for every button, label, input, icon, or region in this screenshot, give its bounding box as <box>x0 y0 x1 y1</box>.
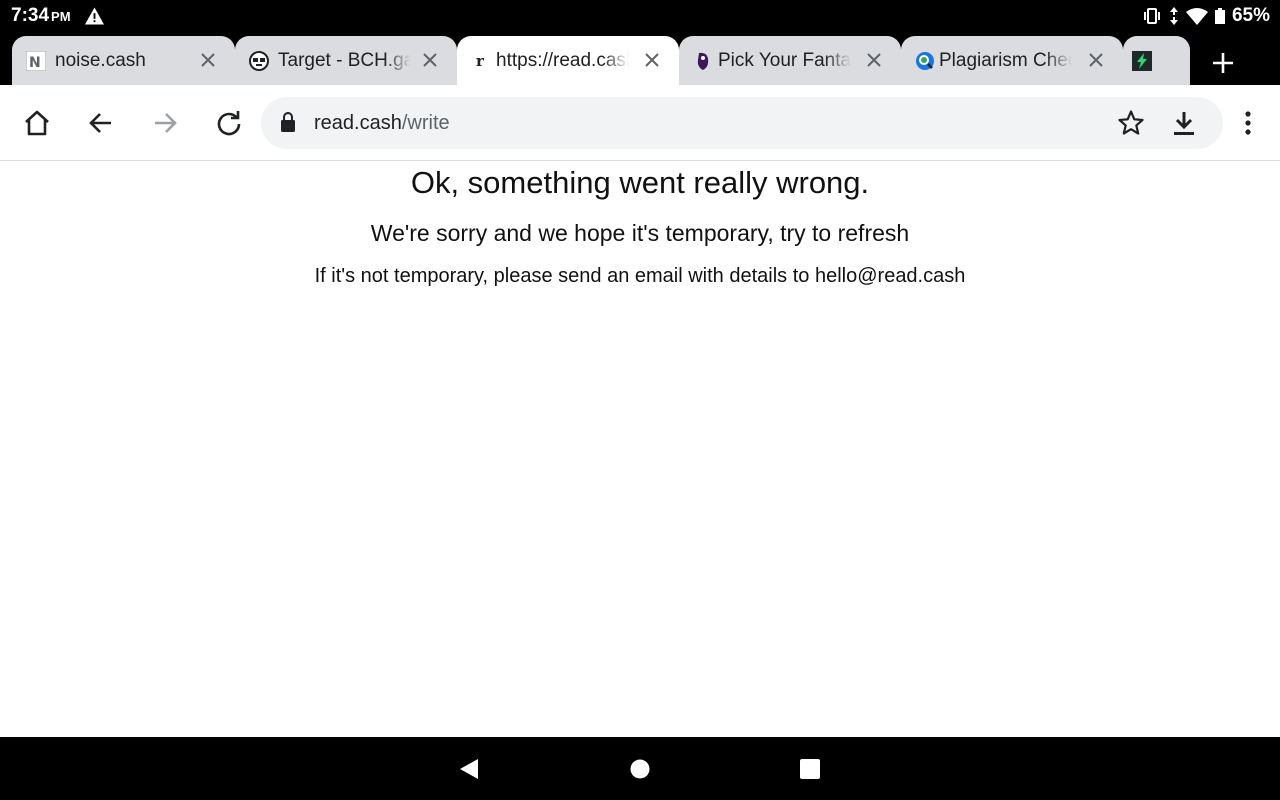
close-icon[interactable] <box>199 51 217 69</box>
tab-title: https://read.cash <box>496 50 629 71</box>
error-subtitle: We're sorry and we hope it's temporary, … <box>370 220 910 246</box>
home-icon[interactable] <box>23 109 51 137</box>
forward-arrow-icon[interactable] <box>151 109 179 137</box>
close-icon[interactable] <box>421 51 439 69</box>
error-title: Ok, something went really wrong. <box>410 165 870 200</box>
nav-home-icon[interactable] <box>629 758 651 780</box>
bookmark-star-icon[interactable] <box>1117 109 1145 137</box>
tab-bch-games[interactable]: Target - BCH.games <box>235 36 457 85</box>
browser-toolbar: read.cash/write <box>0 85 1280 161</box>
svg-text:r: r <box>476 52 485 70</box>
status-time: 7:34 PM <box>11 5 71 27</box>
tab-title: Plagiarism Checker <box>939 50 1072 71</box>
tab-lightning[interactable] <box>1123 36 1190 85</box>
nav-recents-icon[interactable] <box>799 758 821 780</box>
vibrate-icon <box>1143 8 1160 24</box>
close-icon[interactable] <box>643 51 661 69</box>
tab-plagiarism[interactable]: Plagiarism Checker <box>901 36 1123 85</box>
tab-noise-cash[interactable]: N noise.cash <box>12 36 235 85</box>
tab-strip: N noise.cash Target - BCH.games r https:… <box>0 34 1280 85</box>
nav-back-icon[interactable] <box>458 758 480 780</box>
more-options-icon[interactable] <box>1238 109 1258 137</box>
new-tab-plus-icon[interactable] <box>1211 51 1235 75</box>
download-icon[interactable] <box>1171 109 1197 137</box>
tab-title: Target - BCH.games <box>278 50 411 71</box>
read-cash-favicon-icon: r <box>476 52 485 70</box>
plagiarism-favicon-icon <box>916 52 934 70</box>
lightning-favicon-icon <box>1132 51 1152 71</box>
battery-icon <box>1214 8 1225 24</box>
premier-league-favicon-icon <box>697 52 709 70</box>
bch-games-favicon-icon <box>249 51 269 71</box>
page-content: Ok, something went really wrong. We're s… <box>0 161 1280 737</box>
url-domain: read.cash <box>314 112 402 134</box>
address-bar[interactable]: read.cash/write <box>261 97 1223 149</box>
status-time-ampm: PM <box>51 9 71 24</box>
tab-fantasy[interactable]: Pick Your Fantasy <box>679 36 901 85</box>
warning-icon <box>85 7 104 25</box>
svg-text:N: N <box>29 55 41 71</box>
lock-icon[interactable] <box>280 112 296 132</box>
system-navigation-bar <box>0 737 1280 800</box>
battery-percent: 65% <box>1231 5 1270 26</box>
url-path: /write <box>401 112 450 134</box>
tab-title: Pick Your Fantasy <box>718 50 851 71</box>
close-icon[interactable] <box>1087 51 1105 69</box>
noise-cash-favicon-icon: N <box>26 51 46 71</box>
error-contact-note: If it's not temporary, please send an em… <box>314 265 966 287</box>
status-time-value: 7:34 <box>11 5 50 26</box>
tab-title: noise.cash <box>55 50 146 71</box>
close-icon[interactable] <box>865 51 883 69</box>
tab-read-cash[interactable]: r https://read.cash <box>457 36 679 85</box>
data-transfer-icon <box>1169 7 1178 25</box>
wifi-icon <box>1185 7 1208 25</box>
reload-icon[interactable] <box>215 109 243 137</box>
url-text[interactable]: read.cash/write <box>314 112 450 135</box>
back-arrow-icon[interactable] <box>87 109 115 137</box>
status-indicators: 65% <box>1142 5 1270 27</box>
status-bar: 7:34 PM 65% <box>0 0 1280 34</box>
